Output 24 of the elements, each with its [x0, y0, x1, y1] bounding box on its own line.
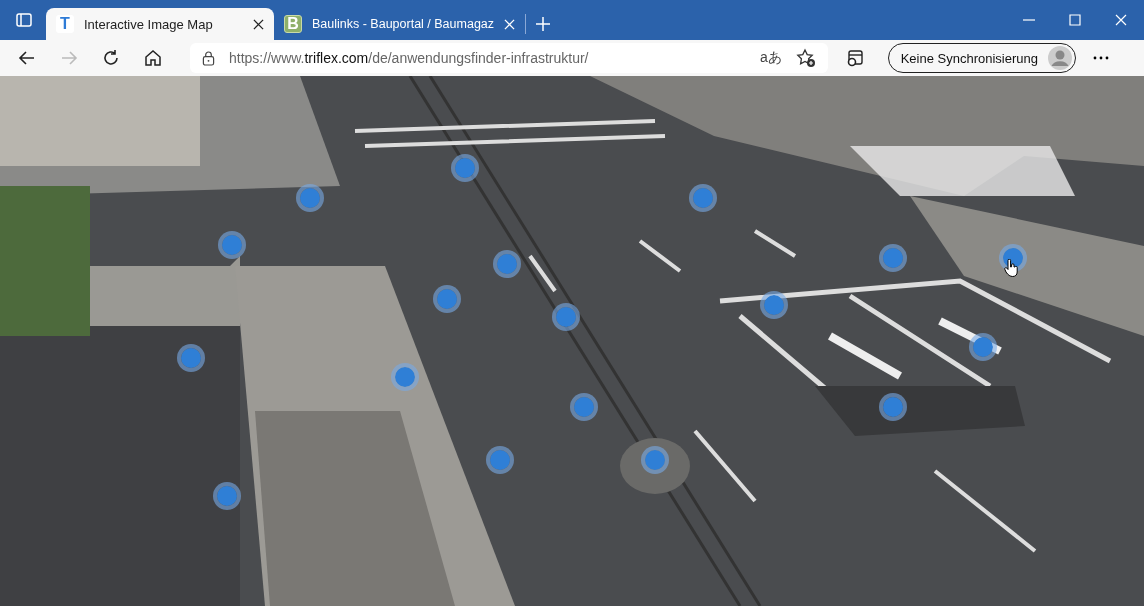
- profile-button[interactable]: Keine Synchronisierung: [887, 43, 1076, 73]
- url-text: https://www.triflex.com/de/anwendungsfinder-infrastruktur/: [229, 50, 590, 66]
- avatar-icon: [1048, 46, 1072, 70]
- read-aloud-button[interactable]: aあ: [759, 49, 782, 67]
- tab-title: Interactive Image Map: [84, 16, 214, 32]
- address-bar[interactable]: https://www.triflex.com/de/anwendungsfinder-infrastruktur/ aあ: [190, 43, 828, 73]
- favicon: B: [284, 15, 302, 33]
- ie-mode-icon[interactable]: [845, 49, 864, 67]
- browser-tab[interactable]: B Baulinks - Bauportal / Baumagaz: [274, 8, 526, 40]
- forward-icon[interactable]: [60, 49, 78, 67]
- favicon: T: [56, 15, 74, 33]
- back-icon[interactable]: [18, 49, 36, 67]
- maximize-icon: [1069, 14, 1081, 26]
- new-tab-icon[interactable]: [536, 17, 551, 31]
- add-favorite-icon[interactable]: [795, 48, 816, 68]
- refresh-icon[interactable]: [102, 49, 120, 67]
- close-icon: [1115, 14, 1127, 26]
- close-tab-icon[interactable]: [253, 18, 264, 30]
- tab-title: Baulinks - Bauportal / Baumagaz: [312, 17, 495, 31]
- home-icon[interactable]: [144, 49, 162, 67]
- lock-icon[interactable]: [202, 50, 215, 66]
- browser-tab[interactable]: T Interactive Image Map: [46, 8, 274, 40]
- hand-cursor-icon: [1004, 259, 1018, 277]
- tab-actions-icon[interactable]: [16, 13, 32, 27]
